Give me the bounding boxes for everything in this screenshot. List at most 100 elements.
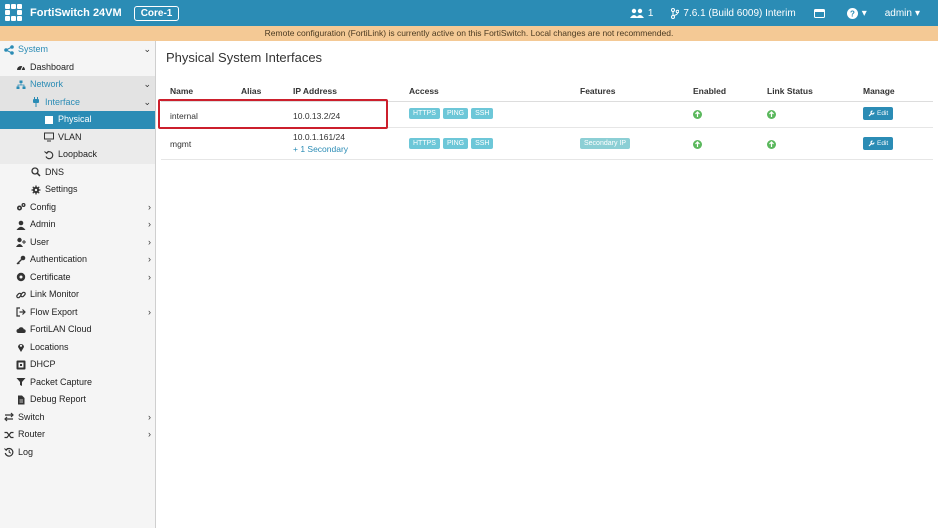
access-list: HTTPS PING SSH — [409, 137, 496, 149]
git-branch-icon — [671, 7, 680, 19]
console-button[interactable] — [813, 8, 829, 18]
sidebar-label: Settings — [45, 184, 78, 194]
sidebar-item-loopback[interactable]: Loopback — [0, 146, 155, 164]
sign-out-icon — [16, 307, 26, 317]
interface-name: mgmt — [170, 139, 192, 149]
sidebar-item-physical[interactable]: Physical — [0, 111, 155, 129]
sidebar-item-debug-report[interactable]: Debug Report — [0, 391, 155, 409]
feature-badge-secondary-ip: Secondary IP — [580, 138, 631, 149]
access-badge-ssh: SSH — [471, 138, 494, 149]
column-header-manage[interactable]: Manage — [863, 86, 895, 96]
column-header-ip-address[interactable]: IP Address — [293, 86, 337, 96]
filter-icon — [16, 377, 26, 387]
user-menu[interactable]: admin ▾ — [885, 8, 920, 19]
users-indicator[interactable]: 1 — [629, 8, 653, 19]
help-menu[interactable]: ? ▾ — [846, 7, 867, 19]
user-name: admin — [884, 7, 912, 19]
wrench-icon — [868, 110, 875, 117]
chevron-down-icon: ⌄ — [143, 79, 151, 89]
certificate-icon — [16, 272, 26, 282]
console-icon — [813, 8, 825, 18]
sidebar-item-link-monitor[interactable]: Link Monitor — [0, 286, 155, 304]
table-row[interactable]: mgmt 10.0.1.161/24 + 1 Secondary HTTPS PI… — [161, 128, 933, 160]
sidebar-label: DNS — [45, 166, 65, 177]
sidebar-label: Debug Report — [30, 394, 87, 404]
sidebar-item-locations[interactable]: Locations — [0, 339, 155, 357]
undo-icon — [44, 150, 54, 160]
features-list: Secondary IP — [580, 137, 633, 149]
sidebar-item-packet-capture[interactable]: Packet Capture — [0, 374, 155, 392]
highlight-box — [158, 99, 388, 129]
sidebar-item-switch[interactable]: Switch › — [0, 409, 155, 427]
sidebar-item-fortilan-cloud[interactable]: FortiLAN Cloud — [0, 321, 155, 339]
column-header-access[interactable]: Access — [409, 86, 439, 96]
access-badge-https: HTTPS — [409, 108, 440, 119]
secondary-ip-link[interactable]: + 1 Secondary — [293, 144, 348, 154]
chevron-down-icon: ⌄ — [143, 44, 151, 54]
column-header-enabled[interactable]: Enabled — [693, 86, 726, 96]
sidebar-item-authentication[interactable]: Authentication › — [0, 251, 155, 269]
column-header-alias[interactable]: Alias — [241, 86, 261, 96]
sidebar-item-settings[interactable]: Settings — [0, 181, 155, 199]
chevron-right-icon: › — [148, 411, 151, 422]
sidebar-label: User — [30, 236, 50, 247]
physical-square-icon — [44, 115, 54, 125]
sidebar-item-system[interactable]: System ⌄ — [0, 41, 155, 59]
edit-button[interactable]: Edit — [863, 107, 894, 120]
hostname-badge[interactable]: Core-1 — [133, 5, 180, 21]
cloud-icon — [16, 325, 26, 335]
sidebar-label: Link Monitor — [30, 289, 80, 299]
sidebar-item-router[interactable]: Router › — [0, 426, 155, 444]
sidebar-item-user[interactable]: User › — [0, 234, 155, 252]
user-caret: ▾ — [914, 7, 920, 19]
link-status-up-icon — [767, 110, 776, 120]
admin-icon — [16, 220, 26, 230]
sidebar-item-certificate[interactable]: Certificate › — [0, 269, 155, 287]
chevron-right-icon: › — [148, 429, 151, 439]
users-icon — [629, 8, 644, 18]
edit-label: Edit — [877, 140, 889, 147]
search-icon — [31, 167, 41, 177]
sidebar-item-dhcp[interactable]: DHCP — [0, 356, 155, 374]
column-header-link-status[interactable]: Link Status — [767, 86, 813, 96]
link-status-up-icon — [767, 140, 776, 150]
page-title: Physical System Interfaces — [166, 50, 323, 65]
sidebar-label: VLAN — [58, 131, 82, 142]
access-list: HTTPS PING SSH — [409, 107, 496, 119]
sidebar-item-admin[interactable]: Admin › — [0, 216, 155, 234]
sidebar-item-dashboard[interactable]: Dashboard — [0, 59, 155, 77]
sidebar-label: DHCP — [30, 359, 56, 369]
user-plus-icon — [16, 237, 26, 248]
help-caret: ▾ — [861, 7, 867, 19]
sidebar-label: Packet Capture — [30, 376, 93, 387]
top-bar: FortiSwitch 24VM Core-1 1 7.6.1 (Build 6… — [0, 0, 938, 26]
version-indicator[interactable]: 7.6.1 (Build 6009) Interim — [671, 7, 796, 19]
sidebar-item-interface[interactable]: Interface ⌄ — [0, 93, 155, 111]
random-icon — [4, 430, 14, 440]
fortinet-logo-icon — [5, 4, 23, 22]
dhcp-icon — [16, 360, 26, 370]
gears-icon — [16, 202, 26, 212]
access-badge-ssh: SSH — [471, 108, 494, 119]
sidebar-label: FortiLAN Cloud — [30, 324, 92, 334]
access-badge-https: HTTPS — [409, 138, 440, 149]
sidebar-item-config[interactable]: Config › — [0, 199, 155, 217]
sidebar-label: Log — [18, 446, 34, 457]
sidebar-item-log[interactable]: Log — [0, 444, 155, 462]
sidebar-label: Flow Export — [30, 306, 78, 317]
chevron-right-icon: › — [148, 271, 151, 282]
sidebar-label: Loopback — [58, 149, 98, 159]
column-header-name[interactable]: Name — [170, 86, 193, 96]
sidebar-item-vlan[interactable]: VLAN — [0, 128, 155, 146]
edit-button[interactable]: Edit — [863, 137, 894, 150]
sidebar-item-network[interactable]: Network ⌄ — [0, 76, 155, 94]
map-marker-icon — [16, 342, 26, 353]
sidebar-label: Authentication — [30, 254, 88, 264]
sidebar-item-flow-export[interactable]: Flow Export › — [0, 304, 155, 322]
access-badge-ping: PING — [442, 138, 469, 149]
edit-label: Edit — [877, 110, 889, 117]
column-header-features[interactable]: Features — [580, 86, 615, 96]
sidebar-item-dns[interactable]: DNS — [0, 164, 155, 182]
help-icon: ? — [846, 7, 858, 19]
enabled-status-icon — [693, 110, 702, 120]
